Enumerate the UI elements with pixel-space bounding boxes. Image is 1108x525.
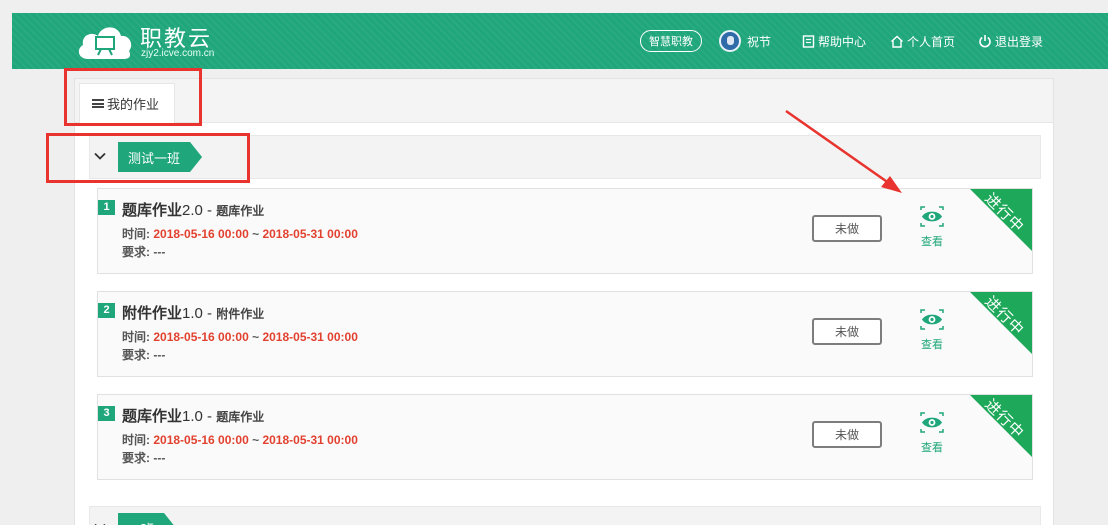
annotation-arrow	[785, 109, 902, 193]
